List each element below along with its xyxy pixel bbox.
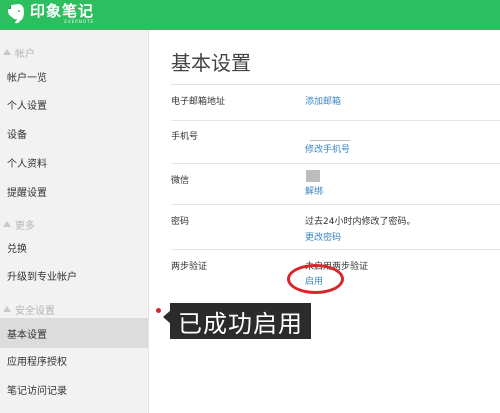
main-content: 基本设置 电子邮箱地址 添加邮箱 手机号 修改手机号 微信 解绑 密码 过去24… xyxy=(149,30,500,413)
settings-sidebar: 帐户 帐户一览 个人设置 设备 个人资料 提醒设置 更多 兑换 升级到专业帐户 … xyxy=(0,30,149,413)
sidebar-item-personal-settings[interactable]: 个人设置 xyxy=(0,91,148,117)
password-status: 过去24小时内修改了密码。 xyxy=(305,217,416,227)
success-tooltip: 已成功启用 xyxy=(170,303,311,339)
change-password-link[interactable]: 更改密码 xyxy=(305,230,341,243)
brand-name: 印象笔记 xyxy=(30,2,95,20)
email-label: 电子邮箱地址 xyxy=(171,97,226,107)
brand-name-en: EVERNOTE xyxy=(64,19,95,24)
wechat-avatar xyxy=(306,170,320,182)
sidebar-item-basic-settings[interactable]: 基本设置 xyxy=(0,318,148,348)
wechat-label: 微信 xyxy=(171,176,190,186)
divider xyxy=(171,204,500,205)
divider xyxy=(171,84,500,85)
evernote-logo[interactable]: 印象笔记 EVERNOTE xyxy=(6,3,94,25)
divider xyxy=(171,249,500,250)
section-header-security: 安全设置 xyxy=(0,299,148,319)
sidebar-item-profile[interactable]: 个人资料 xyxy=(0,149,148,175)
add-email-link[interactable]: 添加邮箱 xyxy=(305,94,341,107)
annotation-dot xyxy=(156,308,161,313)
sidebar-item-app-authorization[interactable]: 应用程序授权 xyxy=(0,347,148,373)
sidebar-item-devices[interactable]: 设备 xyxy=(0,120,148,146)
sidebar-item-redeem[interactable]: 兑换 xyxy=(0,234,148,260)
unbind-wechat-link[interactable]: 解绑 xyxy=(305,184,323,197)
top-bar: 印象笔记 EVERNOTE xyxy=(0,0,500,30)
divider xyxy=(171,163,500,164)
sidebar-item-upgrade[interactable]: 升级到专业帐户 xyxy=(0,262,148,288)
change-phone-link[interactable]: 修改手机号 xyxy=(305,142,350,155)
section-header-more: 更多 xyxy=(0,214,148,234)
two-step-label: 两步验证 xyxy=(171,262,208,272)
page-title: 基本设置 xyxy=(171,51,251,75)
collapse-arrow-icon[interactable] xyxy=(3,221,11,227)
collapse-arrow-icon[interactable] xyxy=(3,306,11,312)
collapse-arrow-icon[interactable] xyxy=(3,49,11,55)
highlight-circle xyxy=(287,264,344,294)
sidebar-item-account-list[interactable]: 帐户一览 xyxy=(0,63,148,89)
section-header-account: 帐户 xyxy=(0,42,148,62)
phone-label: 手机号 xyxy=(171,132,199,142)
sidebar-item-reminder-settings[interactable]: 提醒设置 xyxy=(0,178,148,204)
elephant-icon xyxy=(8,4,24,24)
sidebar-item-access-history[interactable]: 笔记访问记录 xyxy=(0,376,148,402)
password-label: 密码 xyxy=(171,217,190,227)
divider xyxy=(171,120,500,121)
phone-number-field xyxy=(310,140,350,141)
